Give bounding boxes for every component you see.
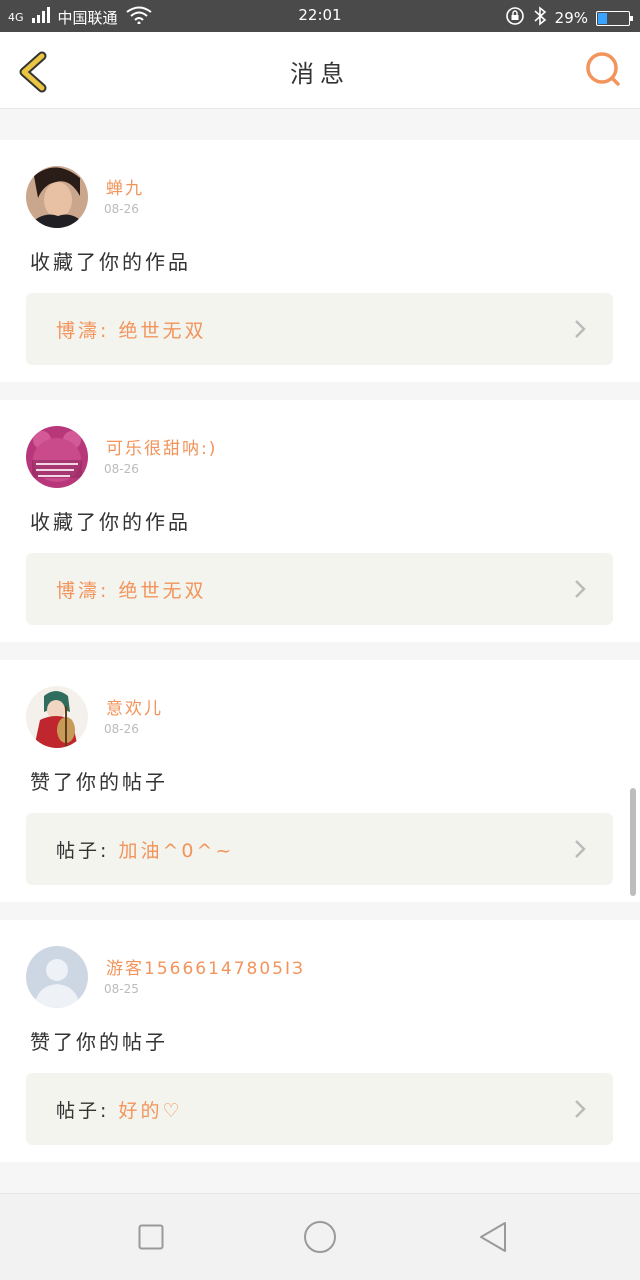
back-triangle-icon[interactable] bbox=[478, 1220, 508, 1254]
app-header: 消息 bbox=[0, 32, 640, 109]
ref-body: 加油^0^~ bbox=[118, 840, 235, 862]
chevron-right-icon bbox=[575, 580, 586, 598]
page-title: 消息 bbox=[290, 60, 350, 88]
avatar[interactable] bbox=[26, 686, 88, 748]
referenced-post[interactable]: 帖子: 加油^0^~ bbox=[26, 813, 613, 885]
search-button[interactable] bbox=[584, 50, 624, 90]
rotation-lock-icon bbox=[505, 6, 525, 30]
bluetooth-icon bbox=[533, 6, 547, 30]
message-date: 08-25 bbox=[104, 982, 139, 996]
message-action: 收藏了你的作品 bbox=[30, 250, 191, 274]
recent-apps-icon[interactable] bbox=[138, 1224, 164, 1250]
ref-body: 绝世无双 bbox=[118, 580, 207, 602]
ref-prefix: 帖子: bbox=[56, 1100, 110, 1122]
message-card[interactable]: 意欢儿 08-26 赞了你的帖子 帖子: 加油^0^~ bbox=[0, 660, 640, 902]
scrollbar[interactable] bbox=[630, 788, 636, 896]
message-card[interactable]: 蝉九 08-26 收藏了你的作品 博濤: 绝世无双 bbox=[0, 140, 640, 382]
chevron-right-icon bbox=[575, 840, 586, 858]
referenced-post[interactable]: 博濤: 绝世无双 bbox=[26, 293, 613, 365]
ref-prefix: 博濤: bbox=[56, 580, 110, 602]
ref-body: 好的♡ bbox=[118, 1100, 183, 1122]
chevron-right-icon bbox=[575, 320, 586, 338]
clock: 22:01 bbox=[298, 6, 342, 24]
message-card[interactable]: 可乐很甜呐:) 08-26 收藏了你的作品 博濤: 绝世无双 bbox=[0, 400, 640, 642]
message-card[interactable]: 游客15666147805ⅠЗ 08-25 赞了你的帖子 帖子: 好的♡ bbox=[0, 920, 640, 1162]
message-date: 08-26 bbox=[104, 202, 139, 216]
referenced-post[interactable]: 帖子: 好的♡ bbox=[26, 1073, 613, 1145]
avatar[interactable] bbox=[26, 166, 88, 228]
message-list: 蝉九 08-26 收藏了你的作品 博濤: 绝世无双 可乐很甜呐:) 08-26 … bbox=[0, 140, 640, 1180]
battery-percent: 29% bbox=[554, 9, 588, 27]
system-nav-bar bbox=[0, 1193, 640, 1280]
message-action: 收藏了你的作品 bbox=[30, 510, 191, 534]
user-name[interactable]: 蝉九 bbox=[106, 174, 144, 199]
chevron-right-icon bbox=[575, 1100, 586, 1118]
ref-prefix: 帖子: bbox=[56, 840, 110, 862]
status-bar: 4G 中国联通 22:01 29% bbox=[0, 0, 640, 32]
battery-icon bbox=[596, 10, 633, 26]
ref-prefix: 博濤: bbox=[56, 320, 110, 342]
search-icon bbox=[586, 52, 620, 86]
message-action: 赞了你的帖子 bbox=[30, 770, 168, 794]
user-name[interactable]: 游客15666147805ⅠЗ bbox=[106, 954, 305, 979]
user-name[interactable]: 意欢儿 bbox=[106, 694, 163, 719]
message-action: 赞了你的帖子 bbox=[30, 1030, 168, 1054]
message-date: 08-26 bbox=[104, 722, 139, 736]
referenced-post[interactable]: 博濤: 绝世无双 bbox=[26, 553, 613, 625]
user-name[interactable]: 可乐很甜呐:) bbox=[106, 434, 217, 459]
home-icon[interactable] bbox=[303, 1220, 337, 1254]
ref-body: 绝世无双 bbox=[118, 320, 207, 342]
message-date: 08-26 bbox=[104, 462, 139, 476]
avatar[interactable] bbox=[26, 426, 88, 488]
avatar[interactable] bbox=[26, 946, 88, 1008]
